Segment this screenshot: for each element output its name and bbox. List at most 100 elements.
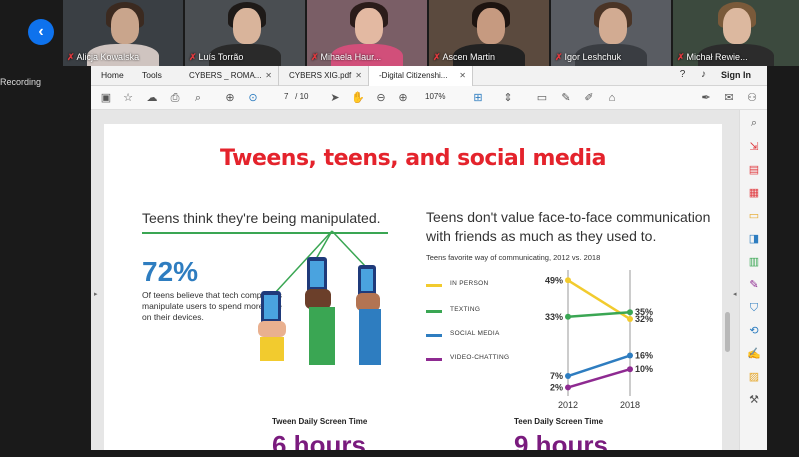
- more-tools-icon[interactable]: ⚒: [747, 393, 761, 407]
- page-title: Tweens, teens, and social media: [220, 146, 606, 171]
- data-label: 16%: [635, 351, 653, 361]
- hand-tool-icon[interactable]: ✋: [351, 91, 365, 105]
- data-point: [565, 384, 571, 391]
- tools-tab[interactable]: Tools: [142, 70, 162, 80]
- legend-swatch: [426, 358, 442, 361]
- close-icon[interactable]: ✕: [459, 71, 466, 80]
- stat-value: 72%: [142, 256, 199, 287]
- draw-icon[interactable]: ✐: [582, 91, 596, 105]
- upload-cloud-icon[interactable]: ☁: [145, 91, 159, 105]
- page-fit-icon[interactable]: ⊞: [471, 91, 485, 105]
- data-point: [627, 352, 633, 359]
- document-tab-label: CYBERS XIG.pdf: [289, 71, 352, 80]
- zoom-out-icon[interactable]: ⊖: [374, 91, 388, 105]
- request-signature-icon[interactable]: ✍: [747, 347, 761, 361]
- create-pdf-icon[interactable]: ▤: [747, 163, 761, 177]
- participant-tile[interactable]: ✗ Alicja Kowalska: [63, 0, 185, 66]
- data-point: [565, 373, 571, 380]
- search-icon[interactable]: ⌕: [747, 116, 761, 130]
- participant-name: Michał Rewie...: [686, 52, 748, 62]
- select-cursor-icon[interactable]: ➤: [328, 91, 342, 105]
- highlight-pen-icon[interactable]: ✎: [559, 91, 573, 105]
- sign-in-button[interactable]: Sign In: [721, 70, 751, 80]
- stamp-icon[interactable]: ⌂: [605, 91, 619, 105]
- scroll-mode-icon[interactable]: ⇕: [501, 91, 515, 105]
- legend-label: TEXTING: [450, 306, 481, 313]
- print-icon[interactable]: ⎙: [168, 91, 182, 105]
- vertical-scrollbar[interactable]: [725, 112, 730, 452]
- recording-label: Recording: [0, 77, 42, 87]
- x-tick-label: 2018: [620, 400, 640, 410]
- legend-label: VIDEO-CHATTING: [450, 354, 510, 361]
- export-pdf-icon[interactable]: ⇲: [747, 140, 761, 154]
- close-icon[interactable]: ✕: [355, 71, 362, 80]
- fill-sign-tool-icon[interactable]: ✎: [747, 278, 761, 292]
- teen-footer: Teen Daily Screen Time: [514, 417, 604, 426]
- scrollbar-thumb[interactable]: [725, 312, 730, 352]
- right-tools-rail: ⌕ ⇲ ▤ ▦ ▭ ◨ ▥ ✎ ⛉ ⟲ ✍ ▨ ⚒: [739, 110, 767, 457]
- expand-left-panel-icon[interactable]: ▸: [94, 290, 98, 298]
- phones-illustration: [258, 230, 381, 365]
- communication-line-chart: 49%32%33% 35%7%16%2%10%2012 2018: [545, 270, 653, 410]
- page-total: / 10: [295, 92, 309, 101]
- previous-page-icon[interactable]: ⊕: [223, 91, 237, 105]
- legend-swatch: [426, 310, 442, 313]
- save-icon[interactable]: ▣: [99, 91, 113, 105]
- muted-mic-icon: ✗: [677, 52, 685, 62]
- home-tab[interactable]: Home: [101, 70, 124, 80]
- comment-icon[interactable]: ▭: [535, 91, 549, 105]
- protect-icon[interactable]: ⛉: [747, 301, 761, 315]
- security-shield-icon[interactable]: ‹: [28, 19, 54, 45]
- comment-tool-icon[interactable]: ▭: [747, 209, 761, 223]
- notification-bell-icon[interactable]: ♪: [697, 69, 710, 82]
- participant-tile[interactable]: ✗ Ascen Martin: [429, 0, 551, 66]
- participant-tile[interactable]: ✗ Luís Torrão: [185, 0, 307, 66]
- organize-pages-icon[interactable]: ▥: [747, 255, 761, 269]
- legend-label: IN PERSON: [450, 280, 489, 287]
- muted-mic-icon: ✗: [189, 52, 197, 62]
- legend-swatch: [426, 284, 442, 287]
- zoom-level-dropdown[interactable]: 107%: [425, 92, 445, 101]
- x-tick-label: 2012: [558, 400, 578, 410]
- data-label: 35%: [635, 307, 653, 317]
- right-heading: Teens don't value face-to-face communica…: [426, 209, 711, 244]
- participant-name: Mihaela Haur...: [320, 52, 382, 62]
- help-icon[interactable]: ?: [676, 69, 689, 82]
- data-point: [627, 316, 633, 323]
- fill-sign-icon[interactable]: ✒: [699, 91, 713, 105]
- send-review-icon[interactable]: ▨: [747, 370, 761, 384]
- data-point: [627, 366, 633, 373]
- data-label: 49%: [545, 275, 563, 285]
- participant-tile[interactable]: ✗ Michał Rewie...: [673, 0, 799, 66]
- document-tab[interactable]: CYBERS XIG.pdf ✕: [279, 66, 369, 86]
- combine-files-icon[interactable]: ◨: [747, 232, 761, 246]
- zoom-in-icon[interactable]: ⊕: [396, 91, 410, 105]
- edit-pdf-icon[interactable]: ▦: [747, 186, 761, 200]
- document-tab-active[interactable]: -Digital Citizenshi... ✕: [369, 66, 473, 86]
- close-icon[interactable]: ✕: [265, 71, 272, 80]
- next-page-icon[interactable]: ⊙: [246, 91, 260, 105]
- meeting-controls-bar: [0, 450, 799, 457]
- left-panel-toggle[interactable]: ▸: [91, 110, 101, 457]
- muted-mic-icon: ✗: [555, 52, 563, 62]
- share-user-icon[interactable]: ⚇: [745, 91, 759, 105]
- legend-swatch: [426, 334, 442, 337]
- collapse-right-panel-icon[interactable]: ◂: [733, 290, 737, 298]
- data-label: 7%: [550, 371, 563, 381]
- acrobat-menu-bar: Home Tools CYBERS _ ROMA... ✕ CYBERS XIG…: [91, 66, 767, 86]
- data-label: 2%: [550, 382, 563, 392]
- muted-mic-icon: ✗: [67, 52, 75, 62]
- optimize-icon[interactable]: ⟲: [747, 324, 761, 338]
- data-label: 10%: [635, 364, 653, 374]
- document-tab[interactable]: CYBERS _ ROMA... ✕: [179, 66, 279, 86]
- bookmark-star-icon[interactable]: ☆: [121, 91, 135, 105]
- email-icon[interactable]: ✉: [722, 91, 736, 105]
- data-label: 33%: [545, 312, 563, 322]
- chart-subtitle: Teens favorite way of communicating, 201…: [426, 253, 601, 262]
- participant-tile[interactable]: ✗ Igor Leshchuk: [551, 0, 673, 66]
- participant-tile[interactable]: ✗ Mihaela Haur...: [307, 0, 429, 66]
- zoom-search-icon[interactable]: ⌕: [191, 91, 205, 105]
- left-heading: Teens think they're being manipulated.: [142, 210, 381, 226]
- page-indicator[interactable]: 7 / 10: [284, 92, 308, 101]
- page-current[interactable]: 7: [284, 92, 288, 101]
